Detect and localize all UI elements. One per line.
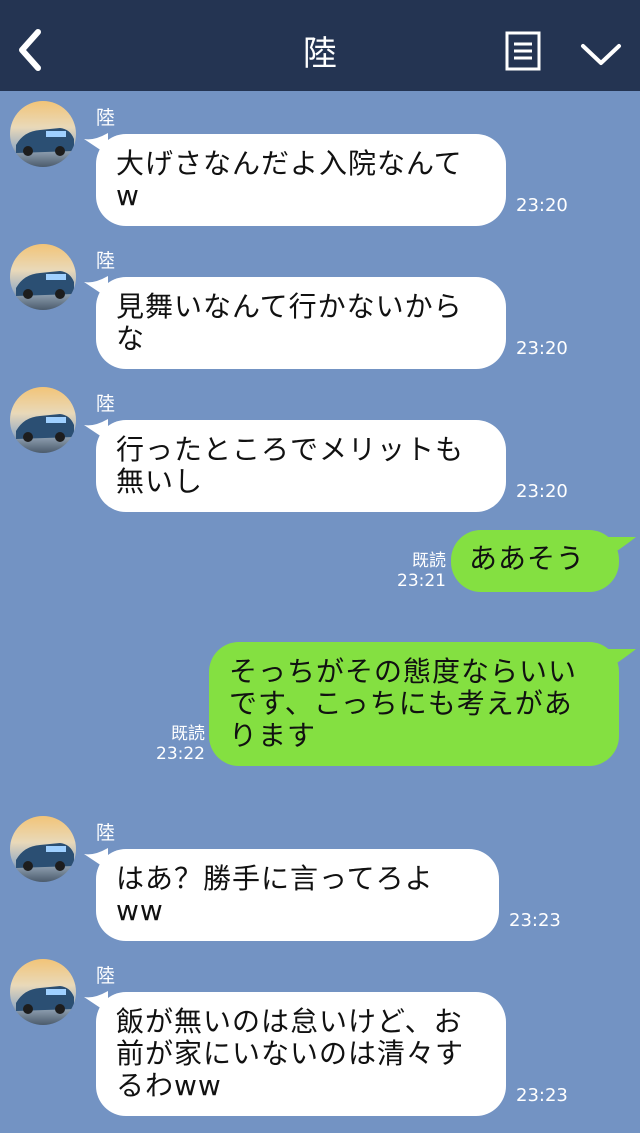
chat-header: 陸 xyxy=(0,0,640,91)
avatar[interactable] xyxy=(10,101,76,167)
avatar[interactable] xyxy=(10,816,76,882)
message-time: 23:23 xyxy=(516,1085,568,1106)
read-receipt: 既読 23:22 xyxy=(145,724,205,764)
sender-name: 陸 xyxy=(96,107,116,129)
sender-name: 陸 xyxy=(96,822,116,844)
message-time: 23:20 xyxy=(516,338,568,359)
sender-name: 陸 xyxy=(96,965,116,987)
message-time: 23:20 xyxy=(516,481,568,502)
message-list[interactable]: 陸 大げさなんだよ入院なんてw 23:20 陸 見舞いなんて行かないからな 23… xyxy=(0,91,640,1133)
message-bubble: 行ったところでメリットも無いし xyxy=(96,420,506,512)
avatar[interactable] xyxy=(10,959,76,1025)
chevron-down-icon[interactable] xyxy=(580,40,622,68)
message-bubble: 飯が無いのは怠いけど、お前が家にいないのは清々するわww xyxy=(96,992,506,1116)
message-time: 23:23 xyxy=(509,910,561,931)
message-bubble: はあ？勝手に言ってろよww xyxy=(96,849,499,941)
message-bubble: 大げさなんだよ入院なんてw xyxy=(96,134,506,226)
bubble-tail xyxy=(608,649,636,669)
message-time: 23:21 xyxy=(397,571,446,591)
read-label: 既読 xyxy=(412,551,446,571)
avatar[interactable] xyxy=(10,387,76,453)
sender-name: 陸 xyxy=(96,250,116,272)
message-time: 23:22 xyxy=(156,744,205,764)
sender-name: 陸 xyxy=(96,393,116,415)
bubble-tail xyxy=(608,537,636,557)
read-receipt: 既読 23:21 xyxy=(386,551,446,591)
message-bubble: ああそう xyxy=(451,530,619,592)
message-bubble: そっちがその態度ならいいです、こっちにも考えがあります xyxy=(209,642,619,766)
message-time: 23:20 xyxy=(516,195,568,216)
read-label: 既読 xyxy=(171,724,205,744)
notes-icon[interactable] xyxy=(505,31,541,71)
message-bubble: 見舞いなんて行かないからな xyxy=(96,277,506,369)
avatar[interactable] xyxy=(10,244,76,310)
chat-title: 陸 xyxy=(303,34,337,74)
